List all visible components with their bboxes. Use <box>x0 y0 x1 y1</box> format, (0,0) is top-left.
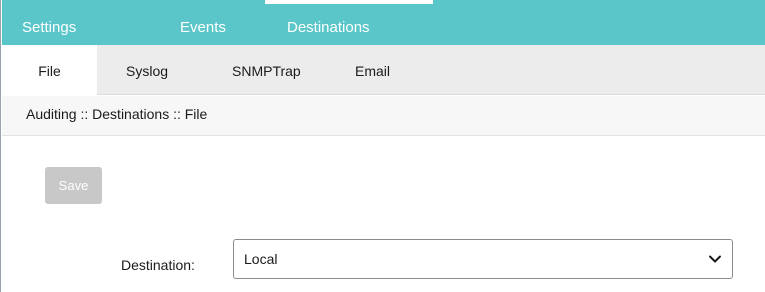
chevron-down-icon <box>709 255 721 263</box>
subtab-file[interactable]: File <box>2 45 97 95</box>
destination-value: Local <box>244 251 278 267</box>
destination-label: Destination: <box>121 257 195 273</box>
breadcrumb-text: Auditing :: Destinations :: File <box>26 106 208 122</box>
subtab-snmptrap[interactable]: SNMPTrap <box>232 45 301 95</box>
tab-destinations[interactable]: Destinations <box>265 0 433 45</box>
top-tab-bar: Settings Events Destinations <box>2 0 765 45</box>
auditing-page: Settings Events Destinations File Syslog… <box>0 0 765 292</box>
subtab-email[interactable]: Email <box>355 45 390 95</box>
tab-settings[interactable]: Settings <box>22 0 122 45</box>
save-button[interactable]: Save <box>45 167 102 204</box>
destination-select[interactable]: Local <box>233 239 733 279</box>
sub-tab-bar: File Syslog SNMPTrap Email <box>2 45 765 95</box>
breadcrumb: Auditing :: Destinations :: File <box>2 96 765 136</box>
tab-events[interactable]: Events <box>180 0 260 45</box>
subtab-syslog[interactable]: Syslog <box>126 45 168 95</box>
